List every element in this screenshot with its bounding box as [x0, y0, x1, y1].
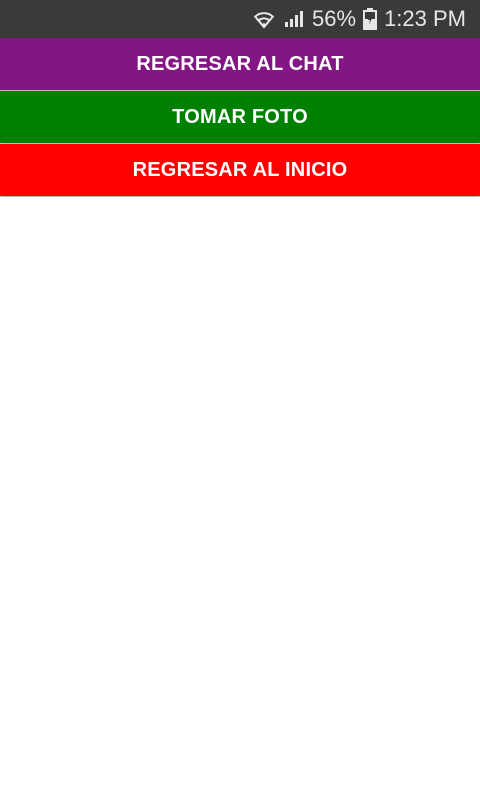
- battery-icon: [362, 7, 378, 31]
- take-photo-label: TOMAR FOTO: [172, 105, 308, 128]
- clock: 1:23 PM: [384, 6, 466, 31]
- battery-percent: 56%: [312, 6, 357, 31]
- take-photo-button[interactable]: TOMAR FOTO: [0, 91, 480, 143]
- signal-icon: [282, 7, 306, 31]
- status-bar: 56% 1:23 PM: [0, 0, 480, 38]
- back-to-chat-button[interactable]: REGRESAR AL CHAT: [0, 38, 480, 90]
- back-to-home-label: REGRESAR AL INICIO: [132, 158, 348, 181]
- wifi-icon: [252, 7, 276, 31]
- button-stack: REGRESAR AL CHAT TOMAR FOTO REGRESAR AL …: [0, 38, 480, 197]
- content-area: [0, 197, 480, 800]
- back-to-chat-label: REGRESAR AL CHAT: [136, 52, 344, 75]
- status-indicators: 56% 1:23 PM: [252, 0, 466, 38]
- back-to-home-button[interactable]: REGRESAR AL INICIO: [0, 144, 480, 196]
